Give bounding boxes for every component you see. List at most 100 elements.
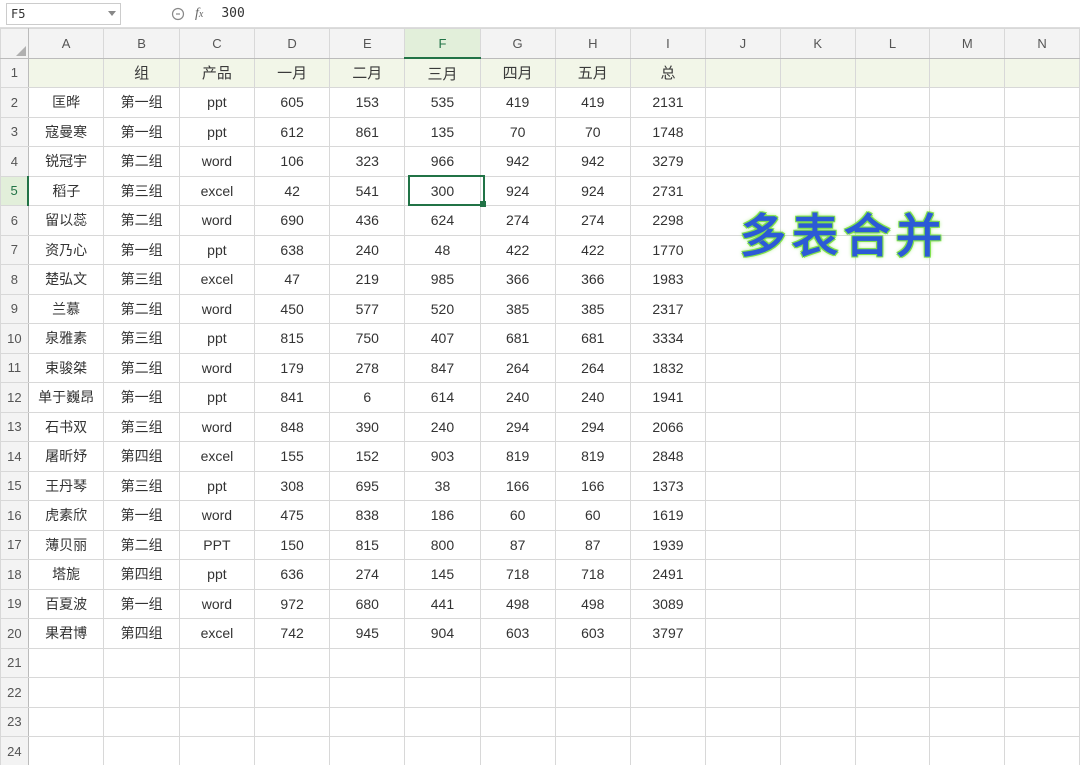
- cell-C17[interactable]: PPT: [179, 530, 254, 560]
- row-header-4[interactable]: 4: [1, 147, 29, 177]
- cell-H16[interactable]: 60: [555, 501, 630, 531]
- cell-D16[interactable]: 475: [255, 501, 330, 531]
- cell-I23[interactable]: [630, 707, 705, 737]
- cell-G14[interactable]: 819: [480, 442, 555, 472]
- cell-C23[interactable]: [179, 707, 254, 737]
- cell-H10[interactable]: 681: [555, 324, 630, 354]
- cell-N12[interactable]: [1005, 383, 1080, 413]
- cell-L3[interactable]: [855, 117, 930, 147]
- cell-B1[interactable]: 组: [104, 58, 179, 88]
- cell-J14[interactable]: [706, 442, 781, 472]
- cell-J23[interactable]: [706, 707, 781, 737]
- col-header-M[interactable]: M: [930, 29, 1005, 59]
- cell-G22[interactable]: [480, 678, 555, 708]
- row-header-5[interactable]: 5: [1, 176, 29, 206]
- cell-E3[interactable]: 861: [330, 117, 405, 147]
- cell-M15[interactable]: [930, 471, 1005, 501]
- cell-D2[interactable]: 605: [255, 88, 330, 118]
- cell-D11[interactable]: 179: [255, 353, 330, 383]
- cell-D13[interactable]: 848: [255, 412, 330, 442]
- row-header-2[interactable]: 2: [1, 88, 29, 118]
- cell-B9[interactable]: 第二组: [104, 294, 179, 324]
- cell-H12[interactable]: 240: [555, 383, 630, 413]
- cell-G10[interactable]: 681: [480, 324, 555, 354]
- cell-A11[interactable]: 束骏桀: [28, 353, 104, 383]
- row-header-3[interactable]: 3: [1, 117, 29, 147]
- cell-L9[interactable]: [855, 294, 930, 324]
- cell-J17[interactable]: [706, 530, 781, 560]
- cell-N17[interactable]: [1005, 530, 1080, 560]
- cell-C8[interactable]: excel: [179, 265, 254, 295]
- cell-G23[interactable]: [480, 707, 555, 737]
- cell-K16[interactable]: [780, 501, 855, 531]
- cell-H2[interactable]: 419: [555, 88, 630, 118]
- cell-C1[interactable]: 产品: [179, 58, 254, 88]
- cell-C6[interactable]: word: [179, 206, 254, 236]
- cell-N5[interactable]: [1005, 176, 1080, 206]
- cell-F18[interactable]: 145: [405, 560, 480, 590]
- cell-M22[interactable]: [930, 678, 1005, 708]
- cell-K13[interactable]: [780, 412, 855, 442]
- cell-E10[interactable]: 750: [330, 324, 405, 354]
- cell-M11[interactable]: [930, 353, 1005, 383]
- cell-M13[interactable]: [930, 412, 1005, 442]
- cell-H24[interactable]: [555, 737, 630, 765]
- cell-F7[interactable]: 48: [405, 235, 480, 265]
- cell-G12[interactable]: 240: [480, 383, 555, 413]
- cell-A8[interactable]: 楚弘文: [28, 265, 104, 295]
- cell-A19[interactable]: 百夏波: [28, 589, 104, 619]
- row-header-22[interactable]: 22: [1, 678, 29, 708]
- cell-J3[interactable]: [706, 117, 781, 147]
- cell-A16[interactable]: 虎素欣: [28, 501, 104, 531]
- cell-B3[interactable]: 第一组: [104, 117, 179, 147]
- cell-G1[interactable]: 四月: [480, 58, 555, 88]
- cell-F4[interactable]: 966: [405, 147, 480, 177]
- cell-K1[interactable]: [780, 58, 855, 88]
- col-header-H[interactable]: H: [555, 29, 630, 59]
- cell-M19[interactable]: [930, 589, 1005, 619]
- cell-D10[interactable]: 815: [255, 324, 330, 354]
- cell-A3[interactable]: 寇曼寒: [28, 117, 104, 147]
- row-header-16[interactable]: 16: [1, 501, 29, 531]
- cell-N11[interactable]: [1005, 353, 1080, 383]
- cell-I1[interactable]: 总: [630, 58, 705, 88]
- cell-L21[interactable]: [855, 648, 930, 678]
- cell-A17[interactable]: 薄贝丽: [28, 530, 104, 560]
- cell-B5[interactable]: 第三组: [104, 176, 179, 206]
- cell-N6[interactable]: [1005, 206, 1080, 236]
- cell-F12[interactable]: 614: [405, 383, 480, 413]
- row-header-14[interactable]: 14: [1, 442, 29, 472]
- cell-J22[interactable]: [706, 678, 781, 708]
- cell-D23[interactable]: [255, 707, 330, 737]
- cell-J13[interactable]: [706, 412, 781, 442]
- spreadsheet-grid[interactable]: ABCDEFGHIJKLMN1组产品一月二月三月四月五月总2匡晔第一组ppt60…: [0, 28, 1080, 765]
- cell-C5[interactable]: excel: [179, 176, 254, 206]
- cell-H22[interactable]: [555, 678, 630, 708]
- cell-J1[interactable]: [706, 58, 781, 88]
- cell-G15[interactable]: 166: [480, 471, 555, 501]
- cell-H19[interactable]: 498: [555, 589, 630, 619]
- cell-N24[interactable]: [1005, 737, 1080, 765]
- cell-E22[interactable]: [330, 678, 405, 708]
- cell-F23[interactable]: [405, 707, 480, 737]
- cell-E14[interactable]: 152: [330, 442, 405, 472]
- col-header-A[interactable]: A: [28, 29, 104, 59]
- cell-L1[interactable]: [855, 58, 930, 88]
- cell-M20[interactable]: [930, 619, 1005, 649]
- cell-L16[interactable]: [855, 501, 930, 531]
- cell-E1[interactable]: 二月: [330, 58, 405, 88]
- cell-H13[interactable]: 294: [555, 412, 630, 442]
- cell-C2[interactable]: ppt: [179, 88, 254, 118]
- cell-E24[interactable]: [330, 737, 405, 765]
- cell-J4[interactable]: [706, 147, 781, 177]
- cell-E23[interactable]: [330, 707, 405, 737]
- cell-M18[interactable]: [930, 560, 1005, 590]
- name-box-dropdown-icon[interactable]: [108, 11, 116, 16]
- cell-J10[interactable]: [706, 324, 781, 354]
- cell-M14[interactable]: [930, 442, 1005, 472]
- row-header-20[interactable]: 20: [1, 619, 29, 649]
- cell-C16[interactable]: word: [179, 501, 254, 531]
- cell-G4[interactable]: 942: [480, 147, 555, 177]
- cell-C19[interactable]: word: [179, 589, 254, 619]
- cell-I10[interactable]: 3334: [630, 324, 705, 354]
